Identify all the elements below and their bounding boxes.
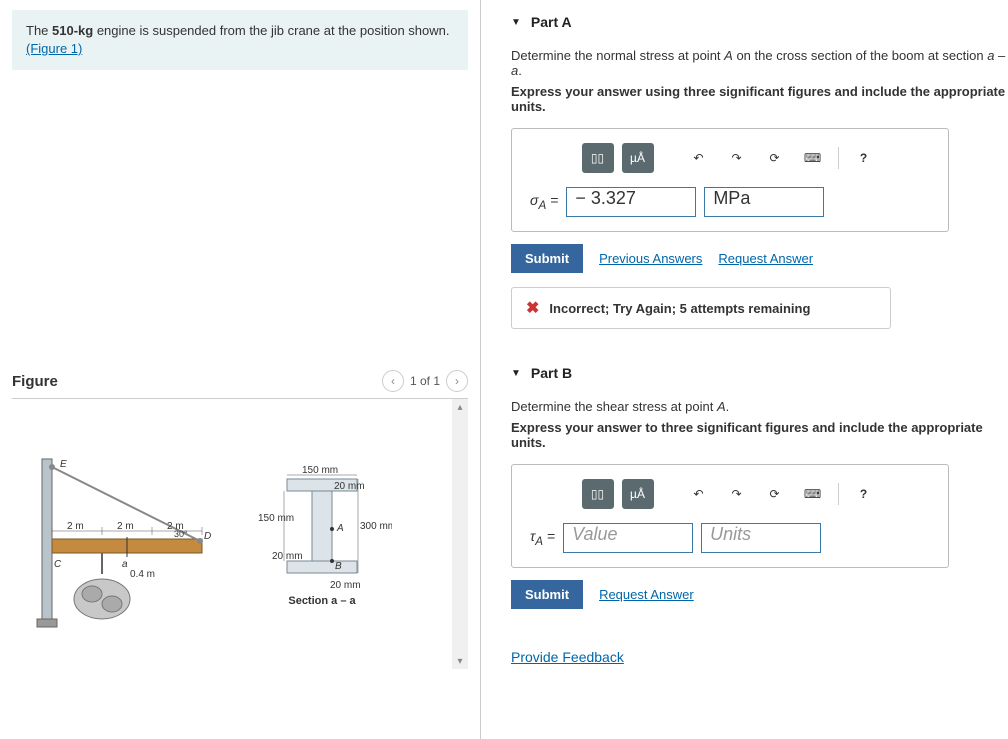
svg-text:2 m: 2 m <box>67 521 84 532</box>
cross-section-diagram: 150 mm 20 mm 150 mm 20 mm 300 mm 20 mm A… <box>252 449 392 639</box>
help-button[interactable]: ? <box>849 144 879 172</box>
crane-diagram: E D C 30° 2 m 2 m 2 m a <box>22 449 222 639</box>
part-a-description: Determine the normal stress at point A o… <box>511 48 1008 78</box>
part-b-toggle[interactable]: ▼ Part B <box>511 359 1008 387</box>
figure-next-button[interactable]: › <box>446 370 468 392</box>
part-a-instructions: Express your answer using three signific… <box>511 84 1008 114</box>
incorrect-icon: ✖ <box>526 298 539 318</box>
svg-text:2 m: 2 m <box>167 521 184 532</box>
figure-link[interactable]: (Figure 1) <box>26 41 82 56</box>
part-b-submit-button[interactable]: Submit <box>511 580 583 609</box>
reset-button[interactable]: ⟳ <box>760 144 790 172</box>
svg-text:150 mm: 150 mm <box>302 465 338 476</box>
part-b: ▼ Part B Determine the shear stress at p… <box>511 359 1008 609</box>
provide-feedback-link[interactable]: Provide Feedback <box>511 649 624 665</box>
svg-text:2 m: 2 m <box>117 521 134 532</box>
part-a-variable: σA = <box>530 192 558 212</box>
part-b-answer-box: ▯▯ µÅ ↶ ↷ ⟳ ⌨ ? τA = Value Units <box>511 464 949 568</box>
greek-button[interactable]: µÅ <box>622 479 654 509</box>
part-a-toggle[interactable]: ▼ Part A <box>511 8 1008 36</box>
keyboard-button[interactable]: ⌨ <box>798 480 828 508</box>
svg-text:B: B <box>335 561 342 572</box>
part-b-description: Determine the shear stress at point A. <box>511 399 1008 414</box>
svg-text:300 mm: 300 mm <box>360 521 392 532</box>
caret-down-icon: ▼ <box>511 368 521 379</box>
templates-button[interactable]: ▯▯ <box>582 479 614 509</box>
scroll-up-icon[interactable]: ▴ <box>452 399 468 415</box>
part-a-value-input[interactable]: − 3.327 <box>566 187 696 217</box>
templates-button[interactable]: ▯▯ <box>582 143 614 173</box>
part-a-feedback-text: Incorrect; Try Again; 5 attempts remaini… <box>549 301 810 316</box>
undo-button[interactable]: ↶ <box>684 144 714 172</box>
problem-text-2: engine is suspended from the jib crane a… <box>93 23 449 38</box>
part-a-submit-button[interactable]: Submit <box>511 244 583 273</box>
section-caption: Section a – a <box>288 595 356 607</box>
figure-prev-button[interactable]: ‹ <box>382 370 404 392</box>
greek-button[interactable]: µÅ <box>622 143 654 173</box>
part-a-title: Part A <box>531 14 572 30</box>
undo-button[interactable]: ↶ <box>684 480 714 508</box>
part-b-instructions: Express your answer to three significant… <box>511 420 1008 450</box>
figure-title: Figure <box>12 373 58 390</box>
part-a-answer-box: ▯▯ µÅ ↶ ↷ ⟳ ⌨ ? σA = − 3.327 MPa <box>511 128 949 232</box>
reset-button[interactable]: ⟳ <box>760 480 790 508</box>
part-b-units-input[interactable]: Units <box>701 523 821 553</box>
svg-text:E: E <box>60 459 67 470</box>
redo-button[interactable]: ↷ <box>722 144 752 172</box>
svg-text:A: A <box>336 523 344 534</box>
problem-statement: The 510-kg engine is suspended from the … <box>12 10 468 70</box>
part-a: ▼ Part A Determine the normal stress at … <box>511 8 1008 329</box>
help-button[interactable]: ? <box>849 480 879 508</box>
scroll-down-icon[interactable]: ▾ <box>452 653 468 669</box>
part-b-title: Part B <box>531 365 572 381</box>
part-b-value-input[interactable]: Value <box>563 523 693 553</box>
problem-mass: 510-kg <box>52 23 93 38</box>
part-b-request-answer-link[interactable]: Request Answer <box>599 587 694 602</box>
part-a-units-input[interactable]: MPa <box>704 187 824 217</box>
svg-text:20 mm: 20 mm <box>330 580 361 591</box>
caret-down-icon: ▼ <box>511 17 521 28</box>
svg-text:D: D <box>204 531 211 542</box>
keyboard-button[interactable]: ⌨ <box>798 144 828 172</box>
svg-text:20 mm: 20 mm <box>334 481 365 492</box>
figure-body: E D C 30° 2 m 2 m 2 m a <box>12 399 468 669</box>
part-a-previous-answers-link[interactable]: Previous Answers <box>599 251 702 266</box>
svg-text:C: C <box>54 559 62 570</box>
redo-button[interactable]: ↷ <box>722 480 752 508</box>
svg-text:0.4 m: 0.4 m <box>130 569 155 580</box>
svg-text:20 mm: 20 mm <box>272 551 303 562</box>
part-b-variable: τA = <box>530 528 555 548</box>
part-a-request-answer-link[interactable]: Request Answer <box>718 251 813 266</box>
svg-text:150 mm: 150 mm <box>258 513 294 524</box>
figure-pager-text: 1 of 1 <box>410 374 440 388</box>
figure-scrollbar[interactable]: ▴ ▾ <box>452 399 468 669</box>
section-marker-a: a <box>122 559 128 570</box>
problem-text-1: The <box>26 23 52 38</box>
part-a-feedback: ✖ Incorrect; Try Again; 5 attempts remai… <box>511 287 891 329</box>
